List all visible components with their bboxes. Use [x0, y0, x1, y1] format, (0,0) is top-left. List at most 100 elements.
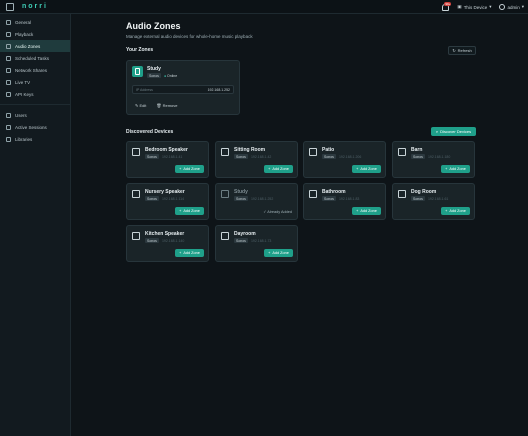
- sidebar-item-label: API Keys: [15, 91, 34, 97]
- device-ip: 192.168.1.83: [338, 196, 360, 201]
- speaker-icon: [221, 190, 229, 198]
- device-meta: Sonos 192.168.1.42: [234, 154, 271, 159]
- sidebar-item-libraries[interactable]: Libraries: [0, 133, 70, 145]
- sidebar-item-label: Scheduled Tasks: [15, 55, 49, 61]
- edit-button[interactable]: ✎ Edit: [135, 103, 146, 108]
- zone-address-label: IP Address: [136, 87, 153, 92]
- speaker-icon: [398, 148, 406, 156]
- speaker-icon: [132, 232, 140, 240]
- notification-badge: 99+: [444, 1, 452, 6]
- device-ip: 192.168.1.41: [161, 154, 183, 159]
- device-icon: ▣: [457, 4, 462, 9]
- add-zone-button[interactable]: + Add Zone: [264, 165, 293, 173]
- add-zone-label: Add Zone: [449, 167, 466, 171]
- users-icon: [6, 112, 11, 118]
- sidebar-item-playback[interactable]: Playback: [0, 28, 70, 40]
- tv-icon: [6, 79, 11, 85]
- speaker-icon: [132, 148, 140, 156]
- add-zone-label: Add Zone: [272, 167, 289, 171]
- page-subtitle: Manage external audio devices for whole-…: [126, 34, 253, 39]
- zone-actions: ✎ Edit 🗑 Remove: [135, 103, 178, 108]
- plus-icon: +: [179, 251, 182, 255]
- plus-icon: +: [179, 209, 182, 213]
- pencil-icon: ✎: [135, 103, 139, 108]
- device-type-badge: Sonos: [411, 196, 425, 201]
- trash-icon: 🗑: [156, 103, 162, 108]
- play-icon: [6, 31, 11, 37]
- library-icon: [6, 136, 11, 142]
- device-card: Barn Sonos 192.168.1.180 + Add Zone: [392, 141, 475, 178]
- sidebar-item-users[interactable]: Users: [0, 109, 70, 121]
- add-zone-button[interactable]: + Add Zone: [352, 165, 381, 173]
- device-card: Study Sonos 192.168.1.252 ✓ Already Added: [215, 183, 298, 220]
- device-meta: Sonos 192.168.1.252: [234, 196, 273, 201]
- refresh-button[interactable]: ↻ Refresh: [448, 46, 476, 55]
- speaker-icon: [309, 148, 317, 156]
- top-right-controls: 99+ ▣ This Device ▾ admin ▾: [442, 0, 524, 14]
- home-icon[interactable]: [6, 2, 14, 11]
- remove-label: Remove: [162, 103, 178, 108]
- device-type-badge: Sonos: [411, 154, 425, 159]
- clock-icon: [6, 55, 11, 61]
- add-zone-button[interactable]: + Add Zone: [441, 207, 470, 215]
- add-zone-label: Add Zone: [183, 209, 200, 213]
- device-meta: Sonos 192.168.1.73: [234, 238, 271, 243]
- zone-address-value: 192.168.1.252: [207, 87, 230, 92]
- add-zone-button[interactable]: + Add Zone: [175, 207, 204, 215]
- add-zone-button[interactable]: + Add Zone: [441, 165, 470, 173]
- already-added-label: ✓ Already Added: [263, 209, 292, 214]
- device-type-badge: Sonos: [322, 196, 336, 201]
- sidebar-item-live-tv[interactable]: Live TV: [0, 76, 70, 88]
- device-meta: Sonos 192.168.1.114: [145, 196, 184, 201]
- sidebar-item-audio-zones[interactable]: Audio Zones: [0, 40, 70, 52]
- add-zone-button[interactable]: + Add Zone: [175, 165, 204, 173]
- discover-label: Discover Devices: [440, 129, 472, 134]
- top-bar: norri 99+ ▣ This Device ▾ admin ▾: [0, 0, 528, 14]
- device-name: Dayroom: [234, 231, 256, 237]
- zone-tags: Sonos ● Online: [147, 73, 177, 78]
- sidebar-item-active-sessions[interactable]: Active Sessions: [0, 121, 70, 133]
- device-name: Sitting Room: [234, 147, 266, 153]
- device-type-badge: Sonos: [322, 154, 336, 159]
- notifications-bell-icon[interactable]: 99+: [442, 1, 452, 11]
- device-ip: 192.168.1.252: [250, 196, 274, 201]
- device-card: Kitchen Speaker Sonos 192.168.1.140 + Add Zo…: [126, 225, 209, 262]
- device-name: Bathroom: [322, 189, 346, 195]
- device-card: Bedroom Speaker Sonos 192.168.1.41 + Add Zon…: [126, 141, 209, 178]
- zone-card: Study Sonos ● Online IP Address 192.168.…: [126, 60, 240, 115]
- remove-button[interactable]: 🗑 Remove: [156, 103, 177, 108]
- device-meta: Sonos 192.168.1.61: [411, 196, 448, 201]
- plus-icon: +: [356, 167, 359, 171]
- device-type-badge: Sonos: [145, 196, 159, 201]
- sidebar-item-scheduled-tasks[interactable]: Scheduled Tasks: [0, 52, 70, 64]
- sidebar-item-network-shares[interactable]: Network Shares: [0, 64, 70, 76]
- page-title: Audio Zones: [126, 21, 181, 31]
- sidebar-item-label: General: [15, 19, 32, 25]
- search-icon: ⌕: [435, 129, 439, 134]
- device-meta: Sonos 192.168.1.83: [322, 196, 359, 201]
- device-name: Study: [234, 189, 248, 195]
- add-zone-button[interactable]: + Add Zone: [352, 207, 381, 215]
- user-menu[interactable]: admin ▾: [499, 4, 524, 10]
- device-ip: 192.168.1.206: [338, 154, 362, 159]
- sidebar: General Playback Audio Zones Scheduled T…: [0, 14, 71, 436]
- sidebar-divider: [0, 104, 70, 105]
- speaker-icon: [132, 190, 140, 198]
- add-zone-button[interactable]: + Add Zone: [175, 249, 204, 257]
- add-zone-label: Add Zone: [360, 167, 377, 171]
- add-zone-button[interactable]: + Add Zone: [264, 249, 293, 257]
- user-name: admin: [507, 4, 520, 10]
- sidebar-item-api-keys[interactable]: API Keys: [0, 88, 70, 100]
- device-card: Bathroom Sonos 192.168.1.83 + Add Zone: [303, 183, 386, 220]
- device-type-badge: Sonos: [234, 238, 248, 243]
- zone-name: Study: [147, 66, 161, 72]
- zone-status-label: Online: [167, 73, 178, 78]
- device-card: Dog Room Sonos 192.168.1.61 + Add Zone: [392, 183, 475, 220]
- device-label: This Device: [463, 4, 488, 10]
- discover-devices-button[interactable]: ⌕ Discover Devices: [431, 127, 476, 136]
- user-icon: [499, 4, 506, 10]
- device-ip: 192.168.1.114: [161, 196, 185, 201]
- device-meta: Sonos 192.168.1.206: [322, 154, 361, 159]
- sidebar-item-general[interactable]: General: [0, 16, 70, 28]
- device-selector[interactable]: ▣ This Device ▾: [457, 4, 491, 10]
